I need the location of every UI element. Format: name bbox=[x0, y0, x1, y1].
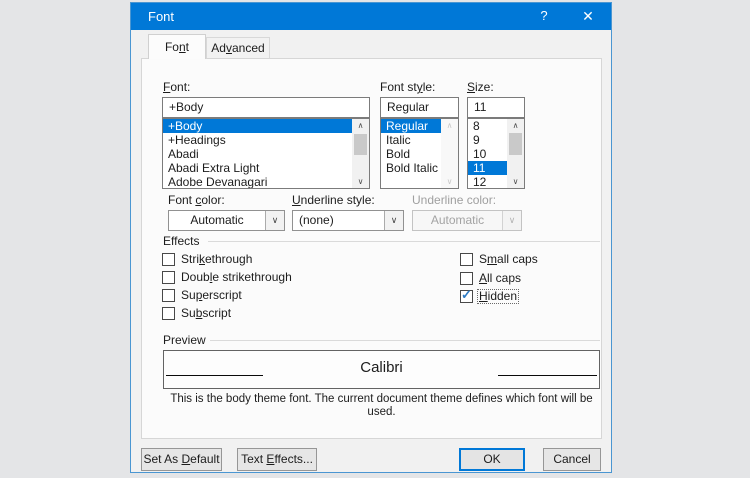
underline-style-label: Underline style: bbox=[292, 193, 375, 207]
checkbox-box bbox=[162, 253, 175, 266]
underline-color-dropdown: Automatic ∨ bbox=[412, 210, 522, 231]
checkbox-box bbox=[162, 289, 175, 302]
check-icon: ✓ bbox=[461, 287, 472, 302]
font-dialog: Font ? ✕ Font Advanced Font: +Body +Body… bbox=[130, 2, 612, 473]
tab-font[interactable]: Font bbox=[148, 34, 206, 59]
checkbox-box bbox=[162, 271, 175, 284]
checkbox-label: Double strikethrough bbox=[181, 270, 292, 284]
font-list-item[interactable]: Abadi bbox=[163, 147, 352, 161]
preview-description: This is the body theme font. The current… bbox=[170, 393, 593, 418]
scroll-down-icon[interactable]: ∨ bbox=[507, 175, 524, 188]
tab-font-label: Font bbox=[164, 40, 190, 54]
scrollbar-thumb[interactable] bbox=[509, 133, 522, 155]
preview-group-line bbox=[210, 340, 600, 341]
font-list-item[interactable]: Abadi Extra Light bbox=[163, 161, 352, 175]
close-icon: ✕ bbox=[582, 8, 594, 24]
size-list-item[interactable]: 9 bbox=[468, 133, 507, 147]
font-label: Font: bbox=[163, 80, 191, 94]
checkbox-label: Small caps bbox=[479, 252, 538, 266]
page-background: Font ? ✕ Font Advanced Font: +Body +Body… bbox=[0, 0, 750, 478]
checkbox-label: All caps bbox=[479, 271, 522, 285]
size-list-item[interactable]: 10 bbox=[468, 147, 507, 161]
help-icon: ? bbox=[540, 8, 548, 23]
checkbox-box bbox=[460, 272, 473, 285]
font-style-list: Regular Italic Bold Bold Italic ∧ ∨ bbox=[380, 118, 459, 189]
checkbox-label: Strikethrough bbox=[181, 252, 253, 266]
font-list: +Body +Headings Abadi Abadi Extra Light … bbox=[162, 118, 370, 189]
checkbox-label: Superscript bbox=[181, 288, 242, 302]
checkbox-label: Subscript bbox=[181, 306, 232, 320]
ok-button[interactable]: OK bbox=[459, 448, 525, 471]
font-style-list-item[interactable]: Bold Italic bbox=[381, 161, 441, 175]
text-effects-button[interactable]: Text Effects... bbox=[237, 448, 317, 471]
scrollbar-thumb[interactable] bbox=[354, 134, 367, 155]
chevron-down-icon: ∨ bbox=[265, 211, 284, 230]
preview-baseline-right bbox=[498, 375, 597, 376]
size-input[interactable]: 11 bbox=[467, 97, 525, 118]
scroll-up-icon[interactable]: ∧ bbox=[352, 119, 369, 132]
font-color-value: Automatic bbox=[190, 213, 244, 227]
tab-advanced-label: Advanced bbox=[211, 41, 265, 55]
font-style-input[interactable]: Regular bbox=[380, 97, 459, 118]
underline-color-label: Underline color: bbox=[412, 193, 497, 207]
cancel-button[interactable]: Cancel bbox=[543, 448, 601, 471]
scroll-down-icon: ∨ bbox=[446, 177, 453, 186]
underline-style-value: (none) bbox=[299, 213, 334, 227]
preview-box: Calibri bbox=[163, 350, 600, 389]
underline-color-value: Automatic bbox=[430, 213, 485, 227]
scroll-up-icon: ∧ bbox=[446, 121, 453, 130]
font-style-list-item[interactable]: Regular bbox=[381, 119, 441, 133]
checkbox-box bbox=[162, 307, 175, 320]
size-list-item[interactable]: 8 bbox=[468, 119, 507, 133]
size-list-item[interactable]: 11 bbox=[468, 161, 507, 175]
effects-group-line bbox=[208, 241, 600, 242]
checkbox-box bbox=[460, 253, 473, 266]
dialog-title: Font bbox=[148, 9, 175, 24]
font-color-label: Font color: bbox=[168, 193, 225, 207]
font-input[interactable]: +Body bbox=[162, 97, 370, 118]
font-style-label: Font style: bbox=[380, 80, 436, 94]
chevron-down-icon: ∨ bbox=[384, 211, 403, 230]
font-style-list-item[interactable]: Italic bbox=[381, 133, 441, 147]
close-button[interactable]: ✕ bbox=[573, 3, 603, 30]
font-style-scrollbar: ∧ ∨ bbox=[441, 119, 458, 188]
font-list-item[interactable]: +Body bbox=[163, 119, 352, 133]
effects-group-label: Effects bbox=[163, 234, 200, 248]
size-list-item[interactable]: 12 bbox=[468, 175, 507, 188]
size-list: 8 9 10 11 12 ∧ ∨ bbox=[467, 118, 525, 189]
font-tab-page: Font: +Body +Body +Headings Abadi Abadi … bbox=[141, 58, 602, 439]
scroll-down-icon[interactable]: ∨ bbox=[352, 175, 369, 188]
tab-advanced[interactable]: Advanced bbox=[206, 37, 270, 59]
checkbox-box: ✓ bbox=[460, 287, 473, 303]
chevron-down-icon: ∨ bbox=[502, 211, 521, 230]
set-default-button[interactable]: Set As Default bbox=[141, 448, 222, 471]
dialog-titlebar[interactable]: Font ? ✕ bbox=[131, 3, 611, 30]
size-label: Size: bbox=[467, 80, 494, 94]
help-button[interactable]: ? bbox=[529, 3, 559, 30]
checkbox-label: Hidden bbox=[477, 289, 520, 304]
preview-group-label: Preview bbox=[163, 333, 206, 347]
font-list-item[interactable]: Adobe Devanagari bbox=[163, 175, 352, 188]
font-list-item[interactable]: +Headings bbox=[163, 133, 352, 147]
scroll-up-icon[interactable]: ∧ bbox=[507, 119, 524, 132]
font-list-scrollbar: ∧ ∨ bbox=[352, 119, 369, 188]
font-color-dropdown[interactable]: Automatic ∨ bbox=[168, 210, 285, 231]
size-list-scrollbar: ∧ ∨ bbox=[507, 119, 524, 188]
font-style-list-item[interactable]: Bold bbox=[381, 147, 441, 161]
underline-style-dropdown[interactable]: (none) ∨ bbox=[292, 210, 404, 231]
